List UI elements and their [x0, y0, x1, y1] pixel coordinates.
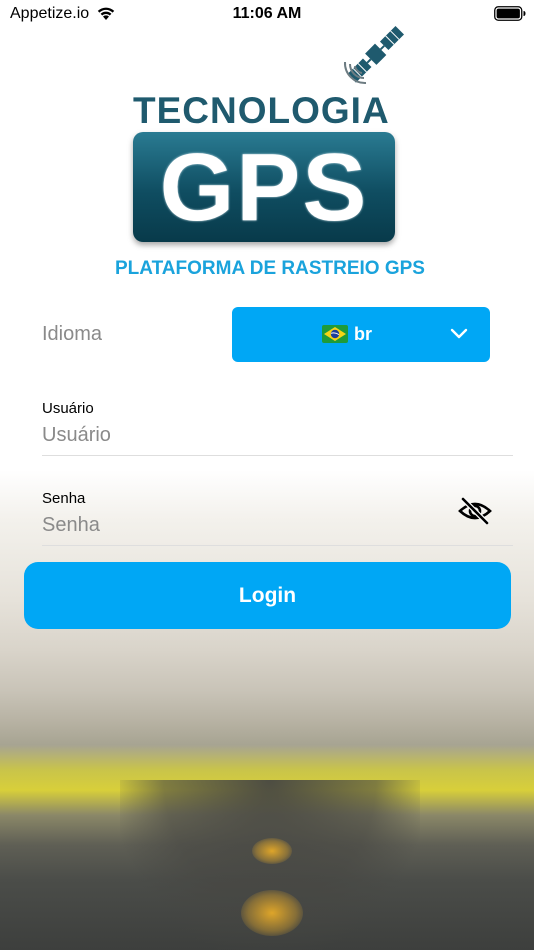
battery-full-icon [494, 6, 526, 21]
language-value: br [354, 324, 372, 344]
password-label: Senha [42, 490, 86, 507]
password-input[interactable] [42, 512, 442, 538]
brazil-flag-icon [322, 325, 348, 343]
logo-top-text: TECNOLOGIA [133, 90, 390, 131]
chevron-down-icon [450, 328, 468, 339]
logo-gps-box: GPS [133, 132, 395, 242]
status-bar: Appetize.io 11:06 AM [0, 0, 534, 28]
background-road-line [252, 838, 292, 864]
background-road-line [241, 890, 303, 936]
app-logo: TECNOLOGIA GPS PLATAFORMA DE RASTREIO GP… [100, 20, 440, 290]
eye-off-icon[interactable] [457, 496, 493, 526]
username-input[interactable] [42, 422, 442, 448]
login-button[interactable]: Login [24, 562, 511, 629]
language-label: Idioma [42, 323, 103, 345]
username-label: Usuário [42, 400, 94, 417]
status-time: 11:06 AM [232, 5, 302, 22]
language-row: Idioma br [42, 307, 490, 362]
username-field: Usuário [42, 398, 513, 456]
password-field: Senha [42, 488, 513, 546]
logo-subtitle: PLATAFORMA DE RASTREIO GPS [115, 258, 425, 279]
satellite-icon [343, 26, 404, 85]
language-select[interactable]: br [232, 307, 490, 362]
logo-gps-text: GPS [159, 134, 369, 241]
